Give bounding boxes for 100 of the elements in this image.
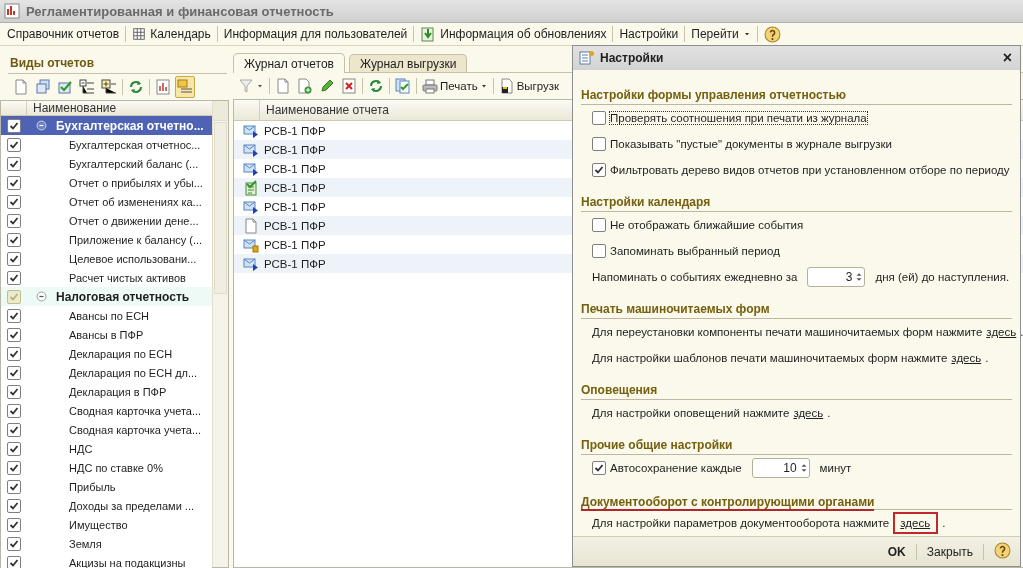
period-text: . <box>827 407 831 420</box>
group-label: Налоговая отчетность <box>56 289 190 304</box>
item-label: Сводная карточка учета... <box>69 404 202 417</box>
checkbox[interactable] <box>7 270 21 285</box>
number-field[interactable]: 3 <box>807 267 866 288</box>
checkbox[interactable] <box>7 251 21 266</box>
item-label: Земля <box>69 537 102 550</box>
checkbox-label[interactable]: Фильтровать дерево видов отчетов при установленном отборе по периоду <box>610 164 1010 177</box>
here-link[interactable]: здесь <box>986 326 1017 339</box>
envelope-arrow-icon <box>243 141 259 158</box>
checkbox-label[interactable]: Проверять соотношения при печати из журнала <box>610 112 867 125</box>
scrollbar[interactable] <box>212 101 228 567</box>
here-link[interactable]: здесь <box>893 512 939 535</box>
envelope-arrow-icon <box>243 122 259 139</box>
checkbox[interactable] <box>7 460 21 475</box>
item-label: Бухгалтерский баланс (... <box>69 157 199 170</box>
item-label: НДС <box>69 442 93 455</box>
expand-tree-icon <box>101 79 117 95</box>
item-label: Декларация в ПФР <box>69 385 167 398</box>
calendar-icon <box>132 27 147 41</box>
checkbox[interactable] <box>7 536 21 551</box>
checkbox[interactable] <box>7 137 21 152</box>
table-cell: РСВ-1 ПФР <box>264 238 326 251</box>
panel-title: Виды отчетов <box>10 56 95 70</box>
download-icon <box>420 26 437 42</box>
checkbox[interactable] <box>7 194 21 209</box>
checkbox[interactable] <box>7 555 21 568</box>
checkbox[interactable] <box>7 289 21 304</box>
checkbox[interactable] <box>7 156 21 171</box>
dialog-button[interactable]: Закрыть <box>923 542 976 561</box>
checkbox[interactable] <box>7 346 21 361</box>
add-document-icon <box>297 78 313 94</box>
item-label: Бухгалтерская отчетнос... <box>69 138 201 151</box>
dialog-button[interactable]: OK <box>884 542 909 561</box>
checkbox[interactable] <box>7 422 21 437</box>
table-cell: РСВ-1 ПФР <box>264 124 326 137</box>
item-label: Расчет чистых активов <box>69 271 186 284</box>
checkbox[interactable] <box>7 213 21 228</box>
checkbox[interactable] <box>592 111 606 126</box>
item-label: Отчет об изменениях ка... <box>69 195 202 208</box>
column-header[interactable]: Наименование отчета <box>260 103 389 117</box>
menu-item[interactable]: Информация для пользователей <box>218 24 413 44</box>
envelope-lock-icon <box>243 236 259 253</box>
menu-item[interactable]: Информация об обновлениях <box>415 24 612 44</box>
item-label: Доходы за пределами ... <box>69 499 194 512</box>
checkbox[interactable] <box>7 384 21 399</box>
menu-item[interactable]: Перейти <box>686 24 756 44</box>
checkbox-label[interactable]: Показывать "пустые" документы в журнале выгрузки <box>610 138 892 151</box>
close-button[interactable]: × <box>1000 49 1014 68</box>
period-text: . <box>1020 326 1023 339</box>
menu-item[interactable]: Календарь <box>127 24 216 44</box>
checkbox[interactable] <box>592 461 606 476</box>
checkbox[interactable] <box>7 308 21 323</box>
item-label: Сводная карточка учета... <box>69 423 202 436</box>
checkbox[interactable] <box>7 118 21 133</box>
item-label: Акцизы на подакцизны <box>69 556 186 568</box>
tree-row[interactable]: Бухгалтерская отчетно... <box>1 116 212 135</box>
menu-item[interactable]: Справочник отчетов <box>2 24 125 44</box>
checkbox[interactable] <box>7 403 21 418</box>
section-heading: Настройки формы управления отчетностью <box>581 88 847 103</box>
checkbox[interactable] <box>592 137 606 152</box>
section-heading: Документооборот с контролирующими органами <box>581 495 875 512</box>
checkbox[interactable] <box>7 441 21 456</box>
tab[interactable]: Журнал выгрузки <box>348 54 468 72</box>
item-label: Отчет о движении дене... <box>69 214 199 227</box>
section-heading: Печать машиночитаемых форм <box>581 302 770 317</box>
checkbox[interactable] <box>7 479 21 494</box>
caret-icon <box>256 82 264 90</box>
checkbox[interactable] <box>592 244 606 259</box>
check-documents-icon <box>395 78 411 94</box>
checkbox[interactable] <box>7 517 21 532</box>
checkbox[interactable] <box>592 163 606 178</box>
number-field[interactable]: 10 <box>751 458 810 479</box>
document-icon <box>13 79 29 95</box>
item-label: Авансы в ПФР <box>69 328 144 341</box>
field-label: Напоминать о событиях ежедневно за <box>592 271 798 284</box>
here-link[interactable]: здесь <box>793 407 824 420</box>
here-link[interactable]: здесь <box>951 352 982 365</box>
tree-row[interactable]: Налоговая отчетность <box>1 287 212 306</box>
checkbox[interactable] <box>7 232 21 247</box>
checkbox[interactable] <box>7 327 21 342</box>
item-label: Прибыль <box>69 480 116 493</box>
check-all-icon <box>57 79 73 95</box>
checkbox[interactable] <box>7 365 21 380</box>
tab[interactable]: Журнал отчетов <box>233 53 345 73</box>
tree-row[interactable]: Акцизы на подакцизны <box>1 553 212 568</box>
checkbox-label[interactable]: Не отображать ближайшие события <box>610 219 804 232</box>
toolbar-button[interactable]: Печать <box>420 75 490 97</box>
checkbox[interactable] <box>7 498 21 513</box>
toolbar-button[interactable]: Выгрузк <box>496 75 562 97</box>
checkbox[interactable] <box>592 218 606 233</box>
period-text: . <box>942 517 946 530</box>
app-icon <box>4 3 20 19</box>
item-label: Отчет о прибылях и убы... <box>69 176 203 189</box>
checked-document-icon <box>243 179 259 196</box>
section-heading: Прочие общие настройки <box>581 438 733 453</box>
checkbox-label[interactable]: Запоминать выбранный период <box>610 245 780 258</box>
copies-icon <box>35 79 51 95</box>
menu-item[interactable]: Настройки <box>614 24 684 44</box>
checkbox[interactable] <box>7 175 21 190</box>
